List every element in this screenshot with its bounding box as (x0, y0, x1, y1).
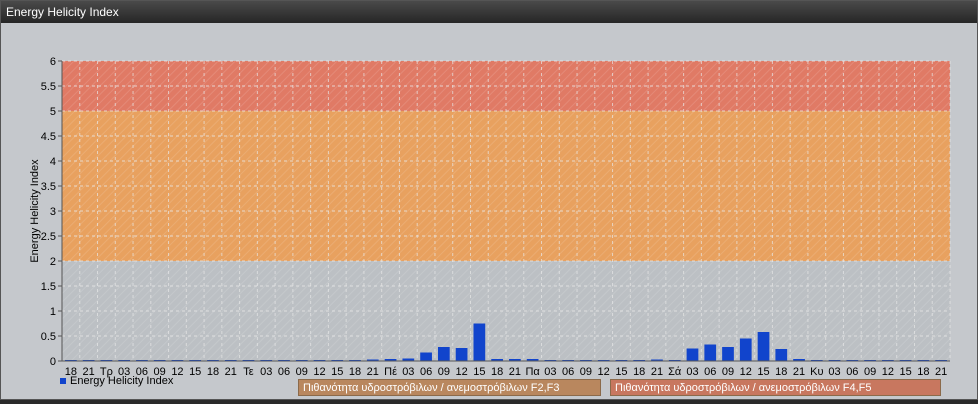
y-tick-label: 1 (50, 306, 56, 318)
y-tick-label: 1.5 (41, 281, 56, 293)
x-tick-label: Πέ (384, 366, 397, 378)
y-tick-label: 2.5 (41, 231, 56, 243)
x-tick-label: 09 (580, 366, 592, 378)
ehi-bar-chart: 00.511.522.533.544.555.5618 21 Τρ 03 06 09 12 1… (29, 56, 951, 378)
bar (757, 332, 770, 361)
x-tick-label: 12 (313, 366, 325, 378)
x-tick-label: 06 (278, 366, 290, 378)
bar (704, 344, 717, 361)
x-tick-label: 18 (349, 366, 361, 378)
x-tick-label: 12 (882, 366, 894, 378)
x-tick-label: 21 (225, 366, 237, 378)
y-tick-label: 5.5 (41, 81, 56, 93)
bar (420, 352, 432, 361)
x-tick-label: Τε (243, 366, 254, 378)
y-tick-label: 0 (50, 356, 56, 368)
bar (473, 323, 486, 361)
x-tick-label: 12 (455, 366, 467, 378)
bar (455, 348, 468, 361)
bar (722, 347, 734, 361)
x-tick-label: 06 (420, 366, 432, 378)
x-tick-label: 21 (509, 366, 521, 378)
x-tick-label: 09 (864, 366, 876, 378)
band-label-f2-f3: Πιθανότητα υδροστρόβιλων / ανεμοστρόβιλω… (298, 379, 601, 396)
bar (775, 349, 788, 361)
x-tick-label: 18 (775, 366, 787, 378)
x-tick-label: Πα (525, 366, 540, 378)
x-tick-label: 15 (331, 366, 343, 378)
x-tick-label: 12 (740, 366, 752, 378)
x-tick-label: 18 (917, 366, 929, 378)
y-tick-label: 4 (50, 156, 56, 168)
x-tick-label: 06 (704, 366, 716, 378)
x-tick-label: 06 (846, 366, 858, 378)
y-tick-label: 3.5 (41, 181, 56, 193)
x-tick-label: 09 (438, 366, 450, 378)
x-tick-label: 03 (686, 366, 698, 378)
x-tick-label: 09 (296, 366, 308, 378)
x-tick-label: 03 (402, 366, 414, 378)
x-tick-label: 03 (828, 366, 840, 378)
x-tick-label: 21 (793, 366, 805, 378)
chart-area: 0 0.5 1 1.5 2 2.5 3 3.5 4 4.5 5 5.5 6 18 21 Τρ 03 06 09 12 1… (1, 23, 977, 399)
x-tick-label: 09 (722, 366, 734, 378)
y-axis-label: Energy Helicity Index (29, 159, 41, 263)
x-tick-label: 12 (598, 366, 610, 378)
y-tick-label: 3 (50, 206, 56, 218)
chart-window: Energy Helicity Index 0 0.5 1 1.5 2 2.5 3 3.5 4 4… (0, 0, 978, 400)
bar (437, 347, 450, 361)
y-tick-label: 5 (50, 106, 56, 118)
x-tick-label: 03 (260, 366, 272, 378)
x-tick-label: Κυ (810, 366, 823, 378)
x-tick-label: 21 (367, 366, 379, 378)
window-title: Energy Helicity Index (1, 1, 977, 23)
y-tick-label: 0.5 (41, 331, 56, 343)
x-tick-label: 15 (189, 366, 201, 378)
x-tick-label: 03 (544, 366, 556, 378)
y-tick-label: 6 (50, 56, 56, 68)
bar (686, 348, 699, 361)
chart-legend: Energy Helicity Index (60, 375, 173, 387)
bar (739, 338, 752, 361)
x-tick-label: 21 (651, 366, 663, 378)
y-tick-label: 4.5 (41, 131, 56, 143)
x-tick-label: Σά (668, 366, 682, 378)
x-tick-label: 18 (207, 366, 219, 378)
band-label-f4-f5: Πιθανότητα υδροστρόβιλων / ανεμοστρόβιλω… (610, 379, 941, 396)
x-tick-label: 21 (935, 366, 947, 378)
x-tick-label: 15 (615, 366, 627, 378)
x-tick-label: 06 (562, 366, 574, 378)
legend-label: Energy Helicity Index (70, 375, 174, 387)
x-tick-label: 15 (473, 366, 485, 378)
x-tick-label: 15 (757, 366, 769, 378)
x-tick-label: 15 (899, 366, 911, 378)
legend-swatch (60, 378, 66, 384)
x-tick-label: 18 (633, 366, 645, 378)
x-tick-label: 18 (491, 366, 503, 378)
y-tick-label: 2 (50, 256, 56, 268)
